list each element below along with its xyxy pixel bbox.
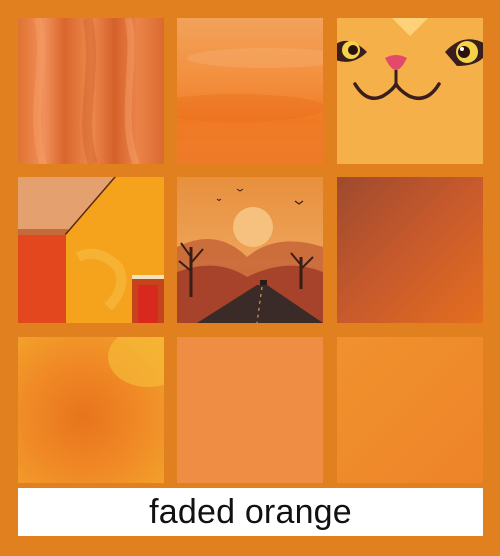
caption-label: faded orange (18, 488, 483, 536)
moodboard: faded orange (0, 0, 500, 556)
barn-icon (18, 177, 164, 323)
silk-fabric-swatch (18, 18, 164, 164)
fabric-texture (18, 18, 164, 164)
gradient-texture (337, 177, 483, 323)
solid-color (177, 337, 323, 483)
soft-orange-swatch (337, 337, 483, 483)
watercolor-texture (177, 18, 323, 164)
cat-face-icon (337, 18, 483, 164)
solid-color (337, 337, 483, 483)
sunset-landscape (177, 177, 323, 323)
cartoon-cat-face-tile (337, 18, 483, 164)
watercolor-sky-swatch (177, 18, 323, 164)
flat-orange-swatch (177, 337, 323, 483)
rust-gradient-swatch (337, 177, 483, 323)
sunset-road-tile (177, 177, 323, 323)
orange-barn-tile (18, 177, 164, 323)
gradient-texture (18, 337, 164, 483)
blurred-orange-swatch (18, 337, 164, 483)
